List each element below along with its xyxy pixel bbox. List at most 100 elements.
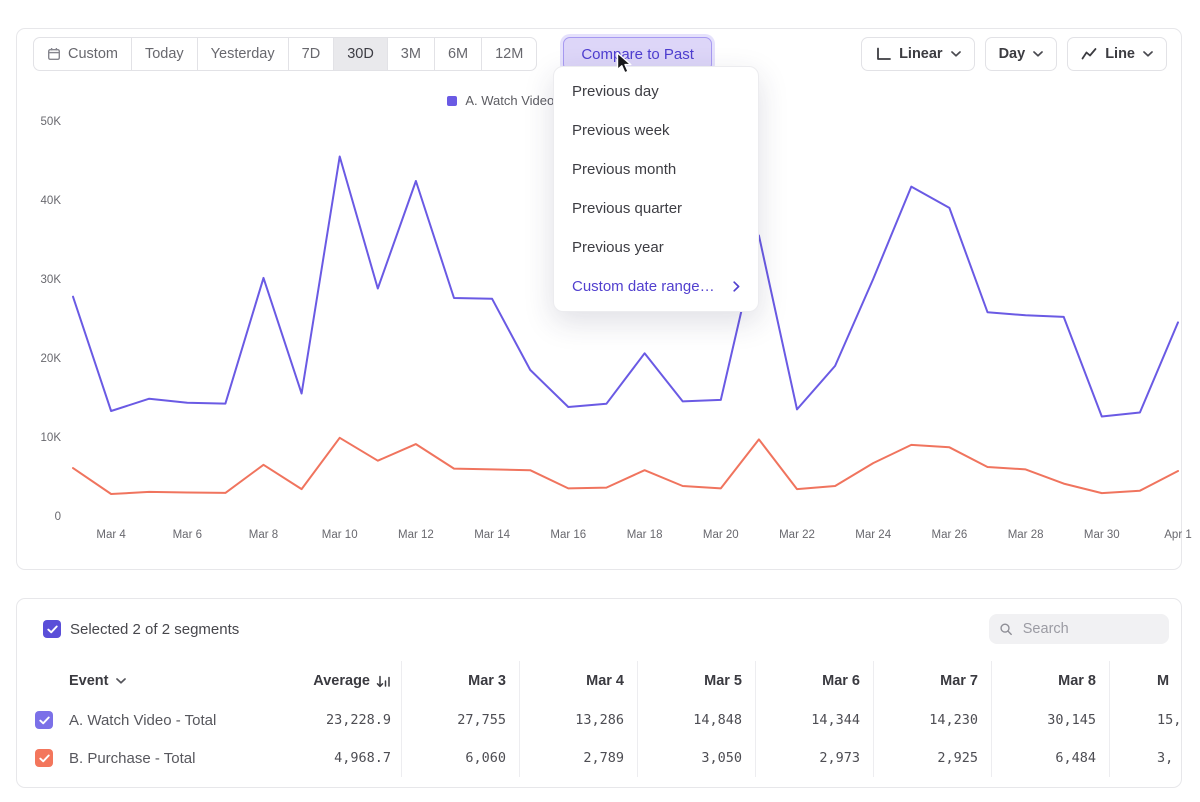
y-tick-label: 10K — [41, 432, 62, 444]
menu-item-previous-quarter[interactable]: Previous quarter — [554, 189, 758, 228]
x-tick-label: Mar 14 — [474, 529, 510, 541]
segments-panel: Selected 2 of 2 segments EventAverageMar… — [16, 598, 1182, 788]
x-tick-label: Apr 1 — [1164, 529, 1192, 541]
menu-item-previous-week[interactable]: Previous week — [554, 111, 758, 150]
column-header-mar-6: Mar 6 — [755, 661, 873, 701]
chevron-down-icon — [1143, 51, 1153, 57]
menu-item-previous-year[interactable]: Previous year — [554, 228, 758, 267]
range-button-12m[interactable]: 12M — [481, 37, 537, 71]
interval-select-label: Day — [999, 46, 1026, 62]
row-average: 23,228.9 — [293, 701, 401, 739]
scale-select[interactable]: Linear — [861, 37, 975, 71]
row-value: 14,230 — [873, 701, 991, 739]
row-value: 14,344 — [755, 701, 873, 739]
range-button-label: Custom — [68, 46, 118, 62]
x-tick-label: Mar 24 — [855, 529, 891, 541]
series-line-b-purchase-total — [73, 438, 1178, 494]
row-value-partial: 3, — [1109, 739, 1182, 777]
table-header-row: Event Average Mar 3Mar 4Mar 5Mar 6Mar 7Mar… — [17, 661, 1182, 701]
row-value: 2,925 — [873, 739, 991, 777]
range-button-label: 12M — [495, 46, 523, 62]
calendar-icon — [47, 47, 61, 61]
chevron-down-icon — [1033, 51, 1043, 57]
y-tick-label: 50K — [41, 116, 62, 128]
range-button-30d[interactable]: 30D — [333, 37, 388, 71]
x-tick-label: Mar 28 — [1008, 529, 1044, 541]
y-tick-label: 0 — [55, 511, 61, 523]
x-tick-label: Mar 12 — [398, 529, 434, 541]
y-tick-label: 20K — [41, 353, 62, 365]
range-button-6m[interactable]: 6M — [434, 37, 482, 71]
insights-page: { "toolbar": { "date_buttons": ["Custom"… — [0, 0, 1200, 802]
range-button-custom[interactable]: Custom — [33, 37, 132, 71]
checkmark-icon — [47, 625, 58, 634]
x-tick-label: Mar 26 — [932, 529, 968, 541]
menu-item-previous-day[interactable]: Previous day — [554, 72, 758, 111]
table-row[interactable]: B. Purchase - Total4,968.76,0602,7893,05… — [17, 739, 1182, 777]
row-value-partial: 15, — [1109, 701, 1182, 739]
axis-icon — [875, 47, 891, 62]
row-checkbox[interactable] — [35, 749, 53, 767]
row-value: 6,060 — [401, 739, 519, 777]
range-button-label: 3M — [401, 46, 421, 62]
range-button-label: 6M — [448, 46, 468, 62]
select-all-checkbox[interactable] — [43, 620, 61, 638]
x-tick-label: Mar 4 — [96, 529, 126, 541]
row-checkbox-cell — [17, 701, 69, 739]
legend-swatch — [447, 96, 457, 106]
x-tick-label: Mar 20 — [703, 529, 739, 541]
menu-item-label: Custom date range… — [572, 278, 715, 295]
range-button-label: 30D — [347, 46, 374, 62]
segments-table: Event Average Mar 3Mar 4Mar 5Mar 6Mar 7Mar… — [17, 661, 1182, 777]
x-tick-label: Mar 18 — [627, 529, 663, 541]
column-header-event[interactable]: Event — [69, 661, 293, 701]
row-value: 30,145 — [991, 701, 1109, 739]
chart-type-select[interactable]: Line — [1067, 37, 1167, 71]
range-button-3m[interactable]: 3M — [387, 37, 435, 71]
search-icon — [999, 621, 1013, 637]
search-box[interactable] — [989, 614, 1169, 644]
column-header-mar-3: Mar 3 — [401, 661, 519, 701]
x-tick-label: Mar 16 — [550, 529, 586, 541]
row-value: 6,484 — [991, 739, 1109, 777]
chart-type-select-label: Line — [1105, 46, 1135, 62]
row-checkbox[interactable] — [35, 711, 53, 729]
range-button-7d[interactable]: 7D — [288, 37, 335, 71]
search-input[interactable] — [1021, 620, 1159, 638]
row-average: 4,968.7 — [293, 739, 401, 777]
column-header-label: Event — [69, 673, 109, 689]
column-header-mar-4: Mar 4 — [519, 661, 637, 701]
menu-item-previous-month[interactable]: Previous month — [554, 150, 758, 189]
row-value: 13,286 — [519, 701, 637, 739]
row-checkbox-cell — [17, 739, 69, 777]
checkmark-icon — [39, 754, 50, 763]
column-header-mar-8: Mar 8 — [991, 661, 1109, 701]
menu-item-custom-date-range[interactable]: Custom date range… — [554, 267, 758, 306]
column-header-label: Average — [313, 673, 370, 689]
row-label: B. Purchase - Total — [69, 739, 293, 777]
column-header-mar-7: Mar 7 — [873, 661, 991, 701]
row-value: 2,789 — [519, 739, 637, 777]
column-header-average[interactable]: Average — [293, 661, 401, 701]
range-button-label: Today — [145, 46, 184, 62]
chevron-down-icon — [951, 51, 961, 57]
y-tick-label: 30K — [41, 274, 62, 286]
range-button-today[interactable]: Today — [131, 37, 198, 71]
row-value: 2,973 — [755, 739, 873, 777]
x-tick-label: Mar 22 — [779, 529, 815, 541]
x-tick-label: Mar 8 — [249, 529, 278, 541]
header-spacer — [17, 661, 69, 701]
compare-menu: Previous dayPrevious weekPrevious monthP… — [553, 66, 759, 312]
row-value: 3,050 — [637, 739, 755, 777]
scale-select-label: Linear — [899, 46, 943, 62]
column-header-mar-5: Mar 5 — [637, 661, 755, 701]
range-button-label: Yesterday — [211, 46, 275, 62]
chevron-down-icon — [116, 678, 126, 684]
interval-select[interactable]: Day — [985, 37, 1058, 71]
table-row[interactable]: A. Watch Video - Total23,228.927,75513,2… — [17, 701, 1182, 739]
x-tick-label: Mar 30 — [1084, 529, 1120, 541]
range-button-yesterday[interactable]: Yesterday — [197, 37, 289, 71]
chevron-right-icon — [733, 281, 740, 292]
date-range-group: Custom Today Yesterday 7D 30D 3M 6M 12M — [33, 37, 537, 71]
x-tick-label: Mar 10 — [322, 529, 358, 541]
